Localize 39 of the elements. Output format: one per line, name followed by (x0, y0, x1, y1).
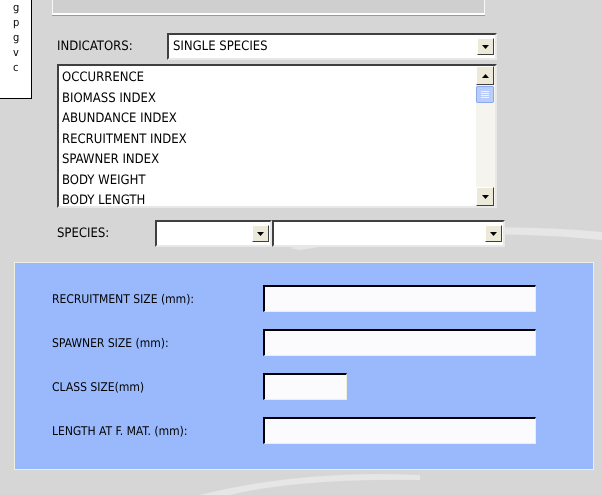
dropdown-button[interactable] (252, 225, 269, 242)
dropdown-button[interactable] (477, 38, 494, 55)
input-field[interactable] (263, 417, 536, 444)
dropdown-button[interactable] (485, 225, 502, 242)
caret-icon (490, 232, 497, 236)
indicator-list-item[interactable]: ABUNDANCE INDEX (62, 109, 177, 130)
side-list-item[interactable]: c (13, 60, 23, 75)
indicator-list-item[interactable]: SPAWNER INDEX (62, 150, 160, 170)
caret-icon (482, 194, 488, 198)
grip-icon (481, 91, 489, 98)
indicator-list[interactable]: OCCURRENCE BIOMASS INDEX ABUNDANCE INDEX RECRUITMENT INDEX SPAWNER INDEX BODY WEIGHT BODY LENGTH (57, 64, 497, 208)
species-dropdown[interactable] (272, 220, 505, 247)
field-label: RECRUITMENT SIZE (mm): (52, 292, 196, 306)
indicators-dropdown[interactable]: SINGLE SPECIES (167, 33, 497, 60)
scroll-down-button[interactable] (476, 187, 494, 206)
field-label: CLASS SIZE(mm) (52, 380, 146, 394)
field-label: LENGTH AT F. MAT. (mm): (52, 424, 188, 438)
input-field[interactable] (263, 329, 536, 356)
indicator-list-item[interactable]: OCCURRENCE (62, 68, 144, 88)
input-field[interactable] (263, 285, 536, 312)
side-list[interactable]: g p g v c (0, 0, 32, 99)
side-list-item[interactable]: p (13, 15, 23, 30)
side-list-item[interactable]: g (13, 30, 23, 45)
scroll-thumb[interactable] (476, 86, 494, 103)
scrollbar[interactable] (476, 66, 495, 206)
side-list-item[interactable]: v (13, 45, 23, 60)
field-label: SPAWNER SIZE (mm): (52, 336, 170, 350)
indicator-list-item[interactable]: BIOMASS INDEX (62, 88, 156, 109)
indicator-list-item[interactable]: BODY WEIGHT (62, 170, 146, 191)
caret-icon (257, 232, 264, 236)
species-dropdown[interactable] (155, 220, 272, 247)
indicator-list-item[interactable]: RECRUITMENT INDEX (62, 130, 187, 150)
scroll-up-button[interactable] (476, 66, 494, 85)
side-list-item[interactable]: g (13, 0, 23, 15)
input-field[interactable] (263, 373, 347, 400)
caret-icon (482, 44, 489, 48)
caret-up-icon (482, 74, 488, 78)
species-label: SPECIES: (57, 226, 110, 241)
indicators-label: INDICATORS: (57, 39, 134, 54)
